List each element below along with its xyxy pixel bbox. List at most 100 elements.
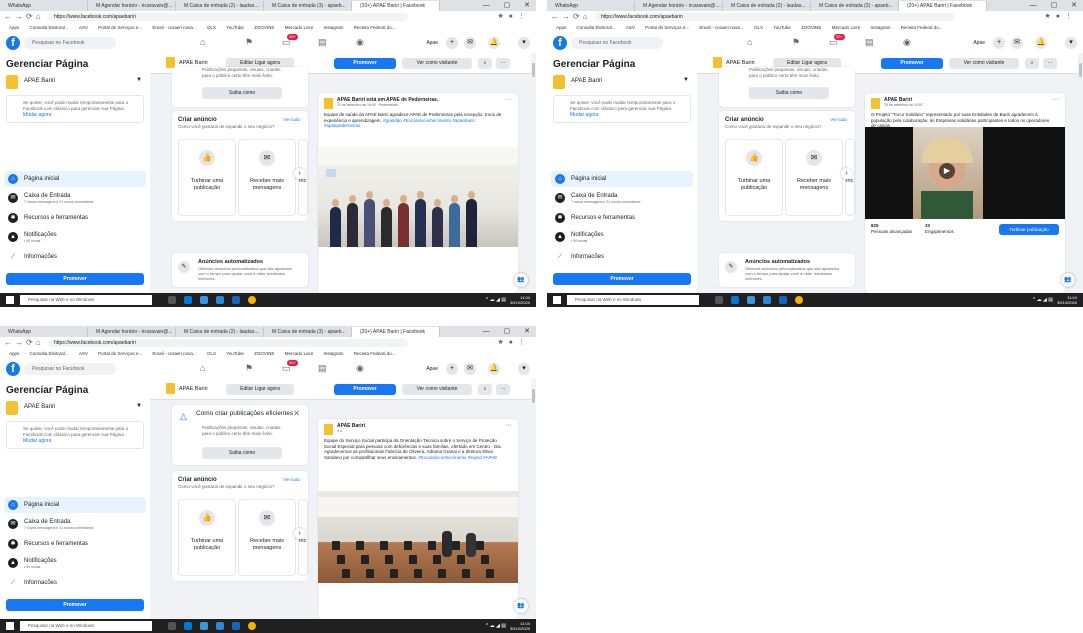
get-messages-tile[interactable]: ✉ Receber mais mensagens [238, 499, 296, 576]
post-photo[interactable] [318, 491, 518, 583]
mail-icon[interactable] [763, 296, 771, 304]
browser-tab-active[interactable]: (20+) APAE Bariri | Facebook [899, 1, 987, 11]
facebook-search-input[interactable]: Pesquisar no Facebook [24, 363, 116, 375]
account-menu-icon[interactable]: ▾ [1065, 37, 1077, 49]
bookmark[interactable]: OLX [754, 25, 763, 30]
search-icon[interactable]: ⌕ [1025, 58, 1039, 69]
account-menu-icon[interactable]: ▾ [518, 37, 530, 49]
sidebar-item-home[interactable]: ⌂ Página inicial [4, 497, 146, 513]
video-icon[interactable]: ▭ 20+ [282, 360, 298, 374]
explorer-icon[interactable] [779, 296, 787, 304]
edit-call-button[interactable]: Editar Ligar agora [226, 384, 294, 395]
bookmark[interactable]: Apps [9, 351, 19, 356]
sidebar-item-notifications[interactable]: ▲ Notificações • 99 novas [4, 229, 146, 245]
browser-tab[interactable]: M Caixa de entrada (2) - laudas... [723, 1, 811, 11]
create-icon[interactable]: + [446, 363, 458, 375]
sidebar-item-insights[interactable]: ⟋ Informacões [4, 249, 146, 265]
mail-icon[interactable] [216, 622, 224, 630]
promote-button[interactable]: Promover [6, 273, 144, 285]
sidebar-item-notifications[interactable]: ▲ Notificações • 99 novas [551, 229, 693, 245]
sidebar-item-resources[interactable]: ✱ Recursos e ferramentas [4, 210, 146, 226]
explorer-icon[interactable] [232, 622, 240, 630]
messenger-icon[interactable]: ✉ [464, 37, 476, 49]
groups-icon[interactable]: ◉ [903, 37, 911, 48]
bookmark[interactable]: Mercado Livre [832, 25, 861, 30]
windows-start-icon[interactable] [6, 622, 14, 630]
url-field[interactable]: https://www.facebook.com/apaebariri [595, 13, 955, 21]
promote-button[interactable]: Promover [334, 384, 396, 395]
scrollbar[interactable] [1078, 53, 1083, 293]
bookmark[interactable]: Mercado Livre [285, 25, 314, 30]
taskbar-clock[interactable]: 11:04 30/10/2020 [510, 295, 530, 305]
create-icon[interactable]: + [993, 37, 1005, 49]
chat-icon[interactable]: 👥 [514, 599, 528, 613]
bookmark[interactable]: Instagram [323, 351, 343, 356]
account-name[interactable]: Apae [426, 37, 438, 49]
back-forward-reload-icon[interactable]: ←→⟳⌂ [4, 11, 44, 23]
flag-icon[interactable]: ⚑ [245, 363, 253, 374]
see-all-link[interactable]: Ver tudo [283, 117, 300, 122]
facebook-search-input[interactable]: Pesquisar no Facebook [24, 37, 116, 49]
taskbar-clock[interactable]: 11:04 30/10/2020 [1057, 295, 1077, 305]
scrollbar-thumb[interactable] [1079, 63, 1082, 77]
marketplace-icon[interactable]: ▤ [318, 37, 327, 48]
extensions-icon[interactable]: ★●⋮ [1044, 12, 1077, 20]
edge-icon[interactable] [731, 296, 739, 304]
bookmark[interactable]: Apps [9, 25, 19, 30]
bookmark[interactable]: Receita Federal do... [901, 25, 943, 30]
bookmark[interactable]: Email - ccsaeri.nosa... [152, 25, 196, 30]
messenger-icon[interactable]: ✉ [1011, 37, 1023, 49]
sidebar-item-insights[interactable]: ⟋ Informacões [4, 575, 146, 591]
more-icon[interactable]: ··· [496, 384, 510, 395]
bookmark[interactable]: Portal de Serviços e... [98, 351, 142, 356]
facebook-logo-icon[interactable]: f [6, 362, 20, 376]
windows-start-icon[interactable] [553, 296, 561, 304]
post-video[interactable]: ▶ [865, 127, 1065, 219]
browser-tab-active[interactable]: (20+) APAE Bariri | Facebook [352, 327, 440, 337]
post-options-icon[interactable]: ··· [505, 422, 512, 429]
system-tray-icons[interactable]: ^ ☁ ◢ ▤ [1033, 295, 1053, 305]
chrome-icon[interactable] [248, 622, 256, 630]
bookmark[interactable]: ASV [79, 25, 88, 30]
facebook-search-input[interactable]: Pesquisar no Facebook [571, 37, 663, 49]
see-all-link[interactable]: Ver tudo [283, 477, 300, 482]
boost-post-tile[interactable]: 👍 Turbinar uma publicação [725, 139, 783, 216]
post-hashtags[interactable]: #trocandoconhecimento #sspsd #APAE [418, 455, 497, 460]
boost-post-tile[interactable]: 👍 Turbinar uma publicação [178, 139, 236, 216]
video-icon[interactable]: ▭ 20+ [829, 34, 845, 48]
windows-start-icon[interactable] [6, 296, 14, 304]
sidebar-item-home[interactable]: ⌂ Página inicial [4, 171, 146, 187]
boost-post-tile[interactable]: 👍 Turbinar uma publicação [178, 499, 236, 576]
messenger-icon[interactable]: ✉ [464, 363, 476, 375]
promote-button[interactable]: Promover [553, 273, 691, 285]
mail-icon[interactable] [216, 296, 224, 304]
home-icon[interactable]: ⌂ [200, 37, 205, 47]
browser-tab[interactable]: M Caixa de entrada (3) - apaeb... [811, 1, 899, 11]
switch-now-link[interactable]: Mudar agora [23, 112, 139, 118]
bookmark[interactable]: OLX [207, 25, 216, 30]
bookmark[interactable]: YouTube [226, 25, 244, 30]
page-switcher[interactable]: APAE Bariri ▼ [6, 401, 144, 417]
bookmark[interactable]: Portal de Serviços e... [645, 25, 689, 30]
switch-now-link[interactable]: Mudar agora [23, 438, 139, 444]
sidebar-item-home[interactable]: ⌂ Página inicial [551, 171, 693, 187]
create-icon[interactable]: + [446, 37, 458, 49]
system-tray-icons[interactable]: ^ ☁ ◢ ▤ [486, 621, 506, 631]
url-field[interactable]: https://www.facebook.com/apaebariri [48, 13, 408, 21]
bookmark[interactable]: Consulta Eleitoral... [30, 351, 69, 356]
browser-tab[interactable]: M Agendar horário - ricaravain@... [88, 1, 176, 11]
sidebar-item-notifications[interactable]: ▲ Notificações • 99 novas [4, 555, 146, 571]
browser-tab[interactable]: WhatsApp [547, 1, 635, 11]
browser-tab[interactable]: WhatsApp [0, 1, 88, 11]
bookmark[interactable]: ASV [626, 25, 635, 30]
bookmark[interactable]: YouTube [226, 351, 244, 356]
bookmark[interactable]: Consulta Eleitoral... [30, 25, 69, 30]
bookmark[interactable]: Email - ccsaeri.nosa... [152, 351, 196, 356]
view-as-visitor-button[interactable]: Ver como visitante [402, 384, 472, 395]
scrollbar[interactable] [531, 379, 536, 619]
promote-button[interactable]: Promover [334, 58, 396, 69]
bookmark[interactable]: YouTube [773, 25, 791, 30]
task-view-icon[interactable] [715, 296, 723, 304]
back-forward-reload-icon[interactable]: ←→⟳⌂ [4, 337, 44, 349]
bookmark[interactable]: Portal de Serviços e... [98, 25, 142, 30]
